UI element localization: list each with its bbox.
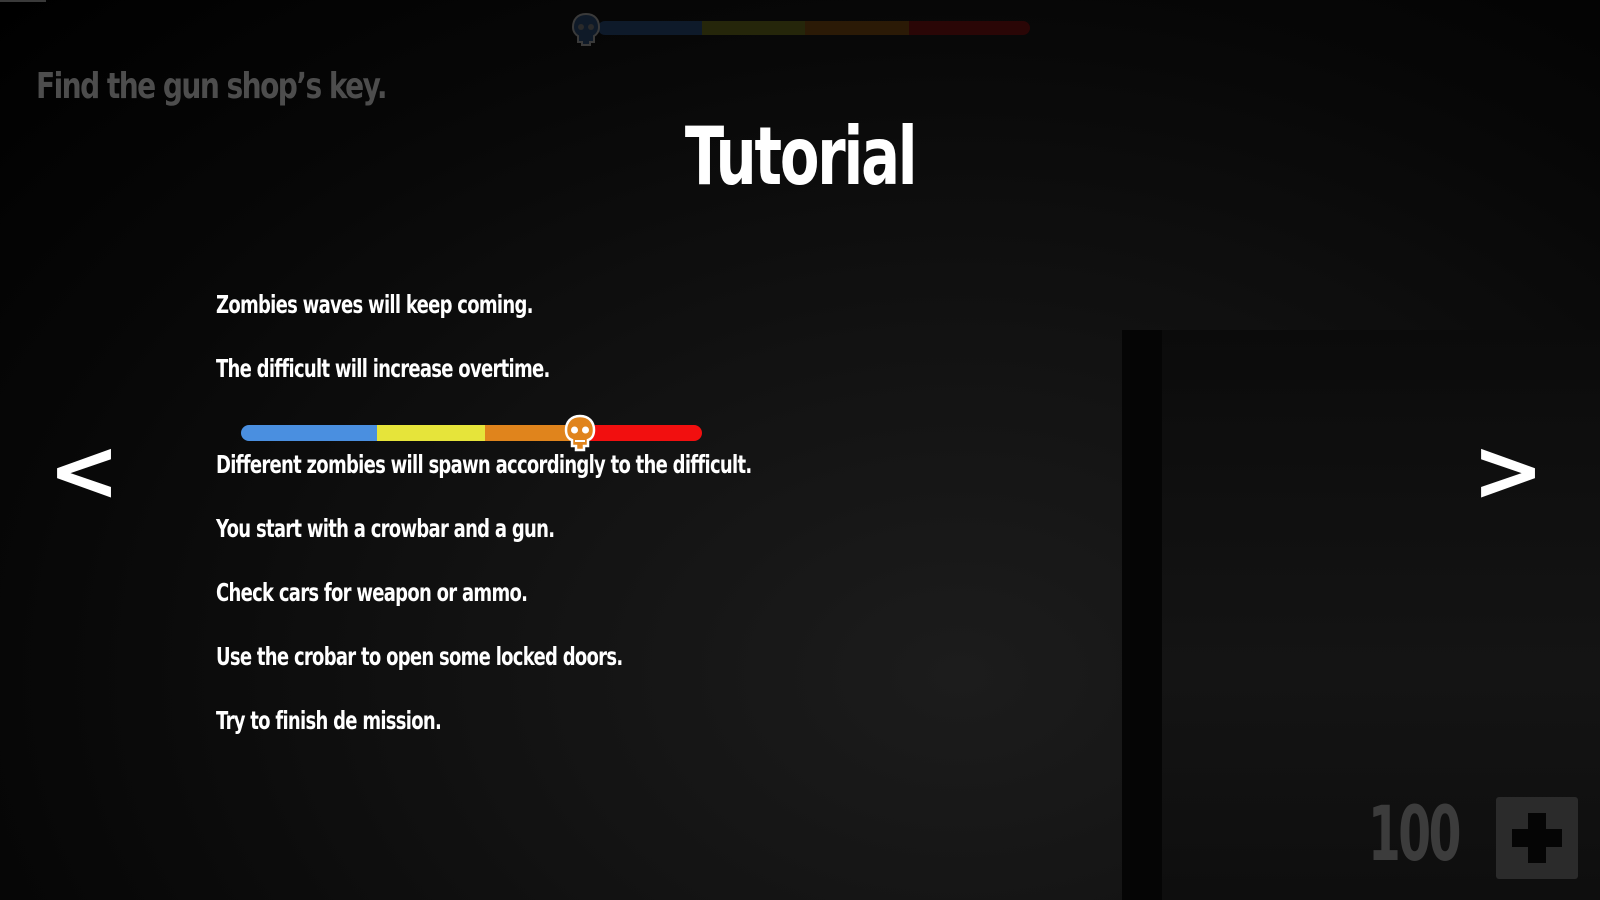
tutorial-line: Check cars for weapon or ammo. bbox=[216, 578, 528, 607]
health-value: 100 bbox=[1368, 789, 1461, 878]
hud-difficulty-segment-4 bbox=[909, 21, 1030, 35]
objective-text: Find the gun shop’s key. bbox=[36, 66, 387, 107]
hud-difficulty-segment-1 bbox=[598, 21, 702, 35]
tutorial-line: Different zombies will spawn accordingly… bbox=[216, 450, 752, 479]
tutorial-line: The difficult will increase overtime. bbox=[216, 354, 550, 383]
tutorial-title: Tutorial bbox=[0, 110, 1600, 203]
tutorial-difficulty-bar bbox=[241, 425, 702, 441]
hud-difficulty-segment-2 bbox=[701, 21, 806, 35]
hud-difficulty-segment-3 bbox=[805, 21, 910, 35]
tutorial-line: Use the crobar to open some locked doors… bbox=[216, 642, 623, 671]
tutorial-line: You start with a crowbar and a gun. bbox=[216, 514, 555, 543]
zombie-skull-icon bbox=[564, 414, 596, 452]
hud-difficulty-bar bbox=[598, 21, 1030, 35]
next-page-button[interactable]: > bbox=[1472, 428, 1544, 514]
background-pillar bbox=[1122, 330, 1162, 900]
previous-page-button[interactable]: < bbox=[48, 428, 120, 514]
tutorial-difficulty-segment-1 bbox=[241, 425, 377, 441]
tutorial-line: Try to finish de mission. bbox=[216, 706, 442, 735]
zombie-skull-icon bbox=[571, 12, 601, 46]
health-cross-icon bbox=[1496, 797, 1578, 879]
tutorial-line: Zombies waves will keep coming. bbox=[216, 290, 533, 319]
corner-mark bbox=[0, 0, 46, 2]
tutorial-difficulty-segment-2 bbox=[376, 425, 486, 441]
tutorial-title-text: Tutorial bbox=[684, 110, 918, 203]
